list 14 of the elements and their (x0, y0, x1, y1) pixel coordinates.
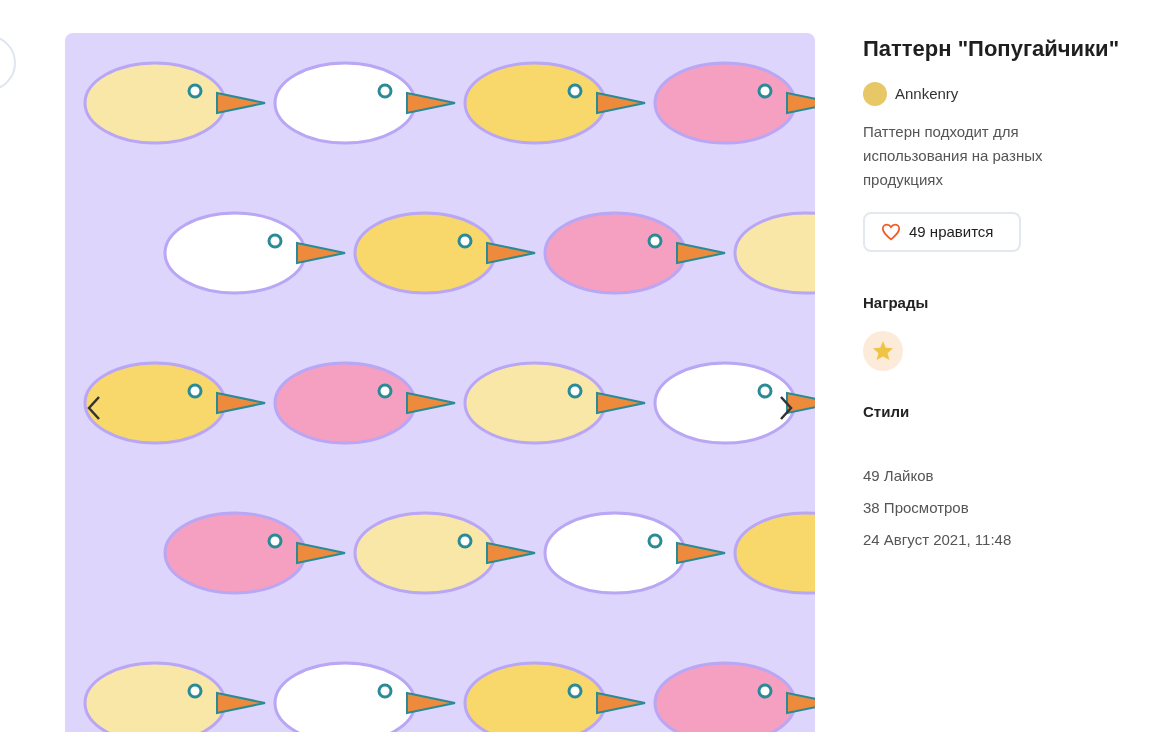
heart-icon (881, 223, 901, 241)
chevron-right-icon (779, 395, 793, 421)
stat-text: 24 Август 2021, 11:48 (863, 530, 1013, 550)
stat-text: 49 Лайков (863, 466, 935, 486)
author-avatar (863, 82, 887, 106)
author-name[interactable]: Annkenry (895, 82, 959, 106)
stat-text: 38 Просмотров (863, 498, 970, 518)
awards-heading: Награды (863, 293, 930, 313)
star-icon (872, 340, 894, 361)
styles-heading: Стили (863, 401, 911, 422)
chevron-left-icon (87, 395, 101, 421)
artwork-description: Паттерн подходит для использования на разных продукциях (863, 122, 1044, 190)
artwork-title: Паттерн "Попугайчики" (863, 35, 1121, 63)
like-button[interactable]: 49 нравится (863, 212, 1021, 252)
